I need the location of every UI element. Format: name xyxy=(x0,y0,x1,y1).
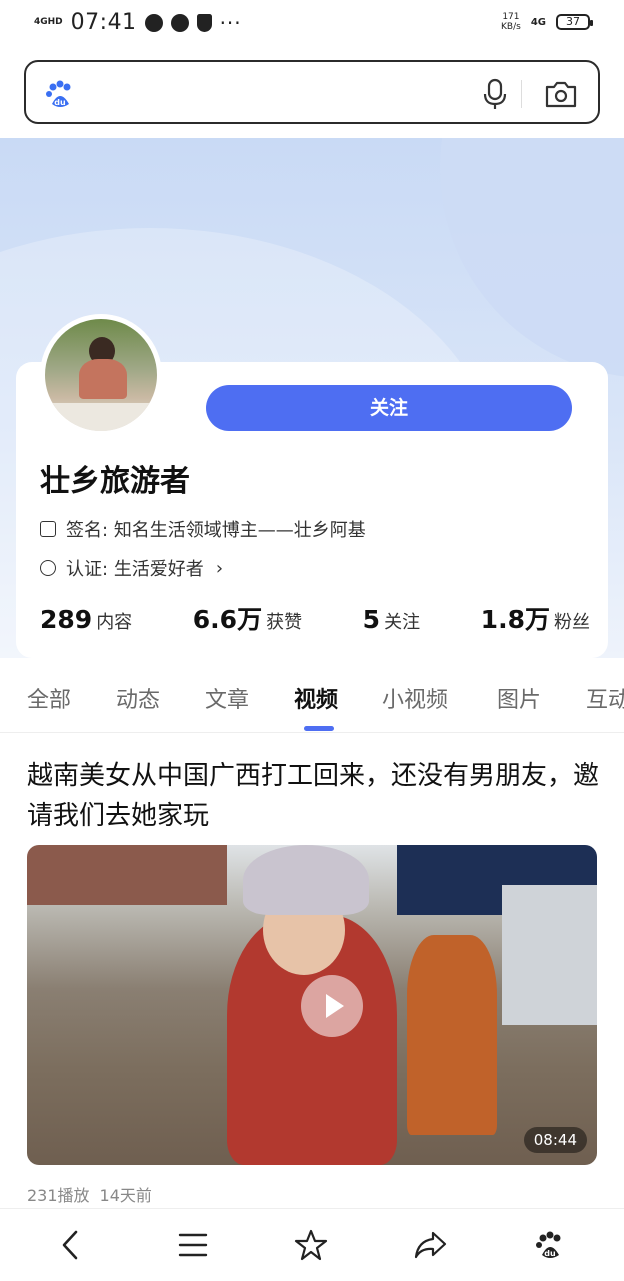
signature-text: 知名生活领域博主——壮乡阿基 xyxy=(113,520,366,541)
star-icon xyxy=(294,1229,328,1261)
stat-followers[interactable]: 1.8万 粉丝 xyxy=(481,600,590,636)
svg-text:du: du xyxy=(544,1249,556,1258)
play-count: 231播放 xyxy=(27,1186,90,1205)
stat-label: 内容 xyxy=(96,612,133,633)
stat-number: 1.8万 xyxy=(480,605,550,634)
active-tab-indicator xyxy=(304,726,334,731)
menu-button[interactable] xyxy=(175,1227,211,1263)
network-indicator: 4GHD xyxy=(34,17,63,27)
favorite-button[interactable] xyxy=(293,1227,329,1263)
battery-icon: 37 xyxy=(556,14,593,30)
certification-row[interactable]: 认证: 生活爱好者 › xyxy=(40,555,223,581)
speed-value: 171 xyxy=(502,12,520,22)
chevron-left-icon xyxy=(62,1230,78,1260)
bottom-navigation: du xyxy=(0,1208,624,1281)
avatar[interactable] xyxy=(40,314,162,436)
stat-following[interactable]: 5 关注 xyxy=(363,605,420,634)
signal-indicator: 4G xyxy=(530,16,546,28)
clock: 07:41 xyxy=(70,10,137,35)
play-icon[interactable] xyxy=(301,975,363,1037)
chevron-right-icon: › xyxy=(215,557,224,579)
verified-icon xyxy=(40,560,56,576)
content-tabs: 全部 动态 文章 视频 小视频 图片 互动 xyxy=(0,670,624,733)
baidu-paw-logo[interactable]: du xyxy=(44,78,76,110)
stats-row: 289 内容 6.6万 获赞 5 关注 1.8万 粉丝 xyxy=(40,600,590,636)
menu-icon xyxy=(178,1233,208,1257)
stat-label: 关注 xyxy=(384,612,421,633)
app-notification-icon xyxy=(170,13,189,32)
network-speed: 171 KB/s xyxy=(501,12,521,32)
search-bar[interactable]: du xyxy=(24,60,600,124)
stat-likes[interactable]: 6.6万 获赞 xyxy=(193,600,302,636)
video-title[interactable]: 越南美女从中国广西打工回来，还没有男朋友，邀请我们去她家玩 xyxy=(27,756,599,836)
tab-articles[interactable]: 文章 xyxy=(205,682,249,714)
video-duration: 08:44 xyxy=(523,1127,587,1153)
video-thumbnail[interactable]: 08:44 xyxy=(27,845,597,1165)
stat-number: 6.6万 xyxy=(192,605,263,634)
tab-short-videos[interactable]: 小视频 xyxy=(382,682,448,714)
more-notifications-icon: ··· xyxy=(219,10,242,35)
certification-label: 认证: xyxy=(66,559,109,580)
stat-label: 粉丝 xyxy=(553,612,590,633)
baidu-paw-icon: du xyxy=(536,1231,561,1258)
certification-text: 生活爱好者 xyxy=(113,559,204,580)
tab-interaction[interactable]: 互动 xyxy=(586,682,624,714)
document-icon xyxy=(40,521,56,537)
speed-unit: KB/s xyxy=(501,22,521,32)
notification-icon xyxy=(144,13,163,32)
svg-text:du: du xyxy=(54,98,66,107)
back-button[interactable] xyxy=(52,1227,88,1263)
signature-row: 签名: 知名生活领域博主——壮乡阿基 xyxy=(40,516,366,542)
share-icon xyxy=(414,1231,447,1259)
tab-images[interactable]: 图片 xyxy=(497,682,541,714)
tab-all[interactable]: 全部 xyxy=(27,682,71,714)
tab-videos[interactable]: 视频 xyxy=(294,682,338,714)
tab-dynamic[interactable]: 动态 xyxy=(116,682,160,714)
stat-label: 获赞 xyxy=(266,612,303,633)
status-bar: 4GHD 07:41 ··· 171 KB/s 4G 37 xyxy=(0,0,624,48)
baidu-home-button[interactable]: du xyxy=(532,1227,568,1263)
share-button[interactable] xyxy=(412,1227,448,1263)
stat-number: 289 xyxy=(40,605,93,634)
microphone-icon[interactable] xyxy=(480,78,510,110)
stat-content[interactable]: 289 内容 xyxy=(40,605,132,634)
stat-number: 5 xyxy=(362,605,381,634)
follow-button[interactable]: 关注 xyxy=(206,385,572,431)
search-divider xyxy=(521,80,522,108)
profile-name: 壮乡旅游者 xyxy=(40,464,190,499)
shield-icon xyxy=(196,13,212,32)
video-meta: 231播放 14天前 xyxy=(27,1182,152,1206)
camera-icon[interactable] xyxy=(544,78,578,110)
post-age: 14天前 xyxy=(99,1186,152,1205)
signature-label: 签名: xyxy=(66,520,109,541)
